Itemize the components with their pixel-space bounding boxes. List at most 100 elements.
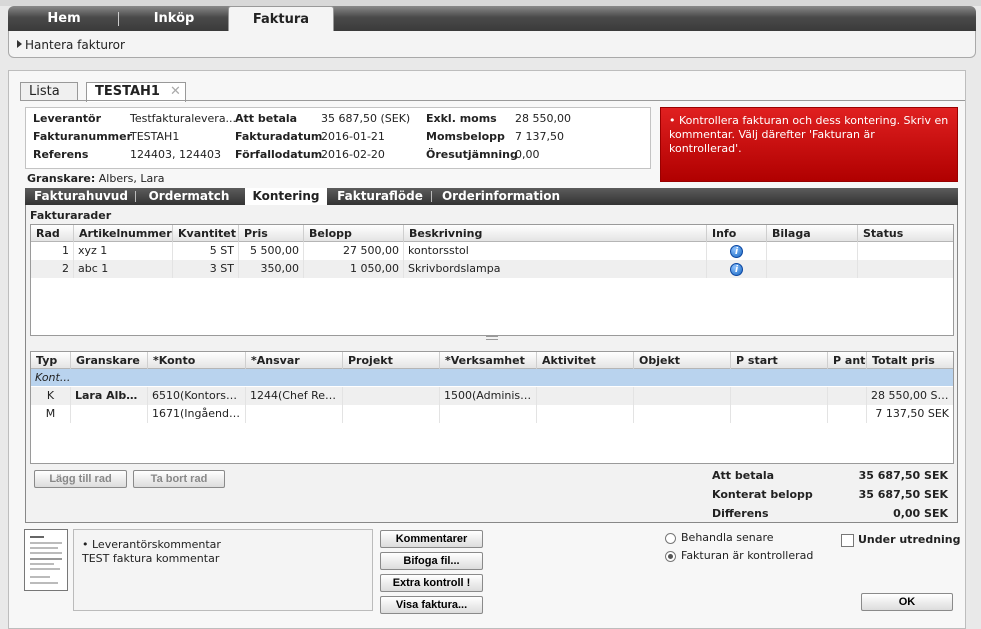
table-row[interactable]: K Lara Albers 6510(Kontorsma... 1244(Che… <box>31 387 953 405</box>
table-row[interactable]: 1 xyz 1 5 ST 5 500,00 27 500,00 kontorss… <box>31 242 953 260</box>
cell-verksamhet: 1500(Administra... <box>440 387 537 405</box>
value-forfallodatum: 2016-02-20 <box>321 148 385 161</box>
cell-artikel: xyz 1 <box>74 242 173 260</box>
cell-kvantitet: 5 ST <box>173 242 239 260</box>
cell-info: i <box>707 260 767 278</box>
value-referens: 124403, 124403 <box>130 148 221 161</box>
tab-orderinformation[interactable]: Orderinformation <box>437 188 565 205</box>
label-leverantor: Leverantör <box>33 112 102 125</box>
thumb-line <box>30 576 50 578</box>
kommentarer-button[interactable]: Kommentarer <box>380 530 483 548</box>
extra-kontroll-button[interactable]: Extra kontroll ! <box>380 574 483 592</box>
doc-tab-testah1[interactable]: TESTAH1 ✕ <box>86 82 186 102</box>
value-oresutjamning: 0,00 <box>515 148 540 161</box>
col-beskrivning[interactable]: Beskrivning <box>404 225 707 242</box>
col-p-antal[interactable]: P antal <box>828 352 867 369</box>
cell-verksamhet <box>440 405 537 423</box>
total-att-betala-label: Att betala <box>712 469 775 482</box>
col-ansvar[interactable]: *Ansvar <box>246 352 343 369</box>
tab-kontering[interactable]: Kontering <box>245 188 327 205</box>
info-icon[interactable]: i <box>730 263 743 276</box>
cell-rad: 2 <box>31 260 74 278</box>
cell-objekt <box>634 405 731 423</box>
table-row[interactable]: M 1671(Ingående ... 7 137,50 SEK <box>31 405 953 423</box>
cell-p-antal <box>828 387 867 405</box>
col-aktivitet[interactable]: Aktivitet <box>537 352 634 369</box>
radio-behandla-senare[interactable] <box>665 533 676 544</box>
cell-totalt-pris: 28 550,00 SEK <box>871 389 952 402</box>
nav-tab-faktura[interactable]: Faktura <box>228 6 334 33</box>
label-behandla-senare: Behandla senare <box>681 531 774 544</box>
cell-info: i <box>707 242 767 260</box>
label-fakturanummer: Fakturanummer <box>33 130 133 143</box>
tab-ordermatch[interactable]: Ordermatch <box>139 188 239 205</box>
value-exkl-moms: 28 550,00 <box>515 112 571 125</box>
tab-fakturahuvud[interactable]: Fakturahuvud <box>29 188 133 205</box>
label-fakturadatum: Fakturadatum <box>235 130 323 143</box>
triangle-right-icon <box>17 40 22 48</box>
bifoga-fil-button[interactable]: Bifoga fil... <box>380 552 483 570</box>
total-att-betala-value: 35 687,50 SEK <box>858 469 948 482</box>
add-row-button[interactable]: Lägg till rad <box>34 470 127 488</box>
doc-tab-lista[interactable]: Lista <box>20 82 78 101</box>
col-granskare[interactable]: Granskare <box>71 352 148 369</box>
col-status[interactable]: Status <box>858 225 953 242</box>
doc-tab-label: TESTAH1 <box>95 84 160 99</box>
cell-beskrivning: Skrivbordslampa <box>404 260 707 278</box>
col-typ[interactable]: Typ <box>31 352 71 369</box>
col-projekt[interactable]: Projekt <box>343 352 440 369</box>
nav-tab-inkop[interactable]: Inköp <box>136 6 212 31</box>
col-rad[interactable]: Rad <box>31 225 74 242</box>
grid-header: Rad Artikelnummer Kvantitet Pris Belopp … <box>31 225 953 242</box>
label-att-betala: Att betala <box>235 112 298 125</box>
checkbox-under-utredning[interactable] <box>841 534 854 547</box>
splitter-handle[interactable] <box>486 336 498 340</box>
cell-objekt <box>634 387 731 405</box>
radio-fakturan-kontrollerad[interactable] <box>665 551 676 562</box>
col-konto[interactable]: *Konto <box>148 352 246 369</box>
delete-row-button[interactable]: Ta bort rad <box>133 470 225 488</box>
value-att-betala: 35 687,50 (SEK) <box>321 112 411 125</box>
info-icon[interactable]: i <box>730 245 743 258</box>
nav-separator <box>118 12 119 26</box>
ok-button[interactable]: OK <box>861 593 953 611</box>
col-pris[interactable]: Pris <box>239 225 304 242</box>
visa-faktura-button[interactable]: Visa faktura... <box>380 596 483 614</box>
thumb-line <box>30 558 62 560</box>
nav-tab-hem[interactable]: Hem <box>26 6 102 31</box>
granskare-value: Albers, Lara <box>98 172 165 185</box>
col-totalt-pris[interactable]: Totalt pris <box>867 352 953 369</box>
total-konterat-label: Konterat belopp <box>712 488 813 501</box>
alert-message: • Kontrollera fakturan och dess konterin… <box>660 107 958 182</box>
cell-pris: 5 500,00 <box>239 242 304 260</box>
col-belopp[interactable]: Belopp <box>304 225 404 242</box>
cell-bilaga <box>767 260 858 278</box>
cell-konto: 6510(Kontorsma... <box>148 387 246 405</box>
group-row[interactable]: Kont... <box>31 369 953 386</box>
table-row[interactable]: 2 abc 1 3 ST 350,00 1 050,00 Skrivbordsl… <box>31 260 953 278</box>
col-bilaga[interactable]: Bilaga <box>767 225 858 242</box>
cell-kvantitet: 3 ST <box>173 260 239 278</box>
col-kvantitet[interactable]: Kvantitet <box>173 225 239 242</box>
tab-separator <box>135 191 136 202</box>
cell-ansvar <box>246 405 343 423</box>
col-info[interactable]: Info <box>707 225 767 242</box>
cell-rad: 1 <box>31 242 74 260</box>
col-p-start[interactable]: P start <box>731 352 828 369</box>
value-leverantor: Testfakturalevera... <box>130 112 237 125</box>
tab-fakturaflode[interactable]: Fakturaflöde <box>333 188 427 205</box>
cell-p-start <box>731 405 828 423</box>
main-nav: Hem Inköp Faktura <box>8 6 976 33</box>
thumb-line <box>30 568 60 570</box>
close-icon[interactable]: ✕ <box>170 84 181 99</box>
col-verksamhet[interactable]: *Verksamhet <box>440 352 537 369</box>
group-label: Kont... <box>35 371 71 384</box>
thumb-line <box>30 563 54 565</box>
col-objekt[interactable]: Objekt <box>634 352 731 369</box>
cell-konto: 1671(Ingående ... <box>148 405 246 423</box>
invoice-thumbnail[interactable] <box>24 529 68 591</box>
subnav-hantera-fakturor[interactable]: Hantera fakturor <box>25 38 125 52</box>
col-artikelnummer[interactable]: Artikelnummer <box>74 225 173 242</box>
sub-tab-bar: Fakturahuvud Ordermatch Kontering Faktur… <box>25 188 958 205</box>
cell-aktivitet <box>537 405 634 423</box>
